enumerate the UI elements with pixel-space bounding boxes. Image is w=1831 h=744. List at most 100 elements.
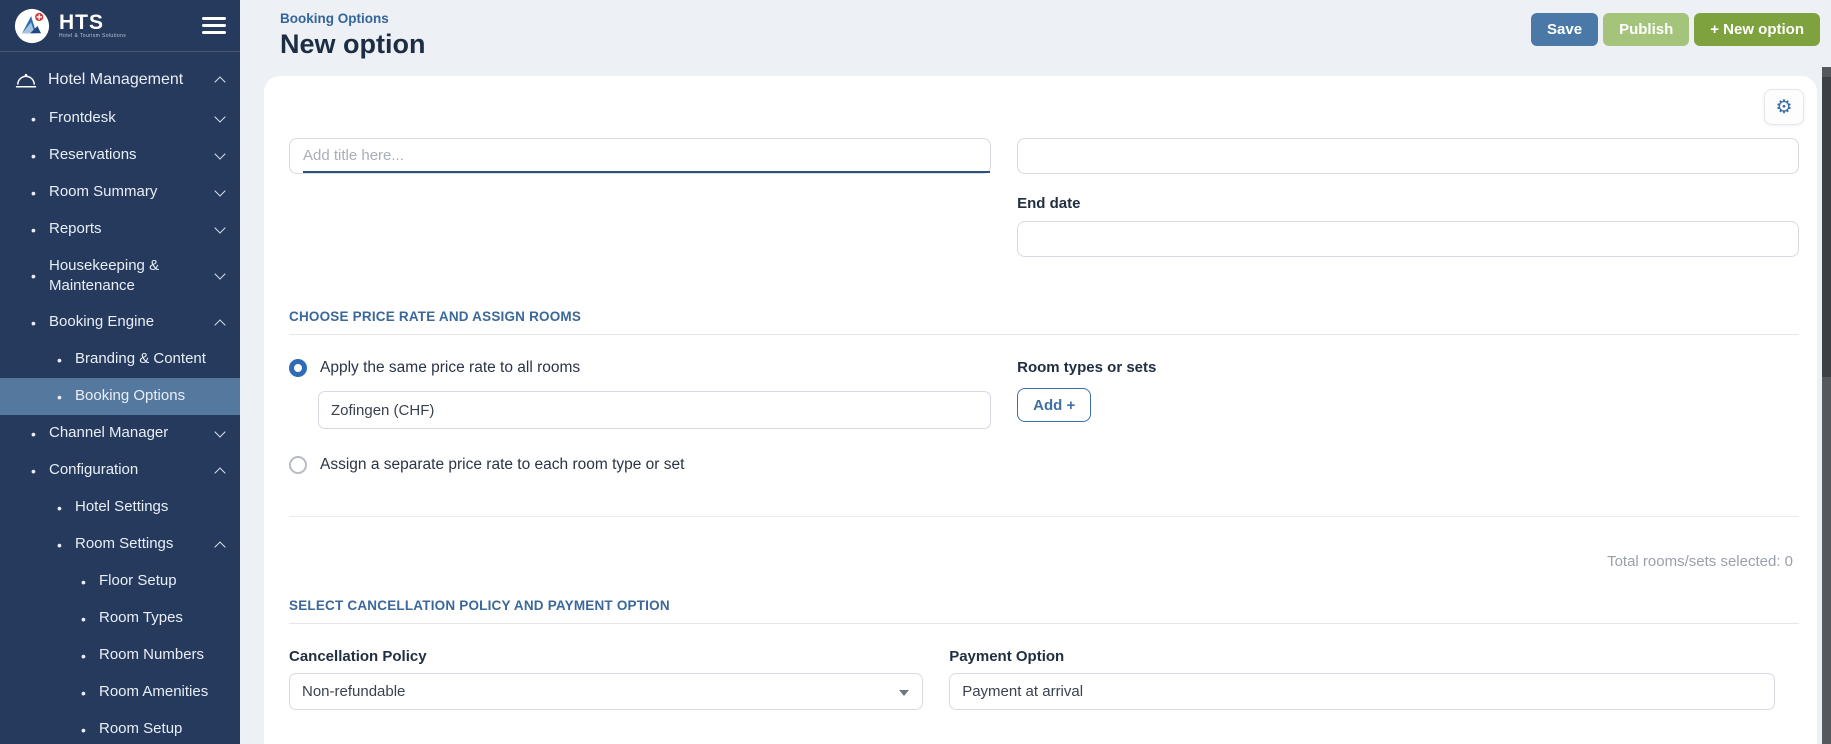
scrollbar[interactable] xyxy=(1822,67,1831,744)
sidebar-item-room-types[interactable]: Room Types xyxy=(0,600,240,637)
price-grid: Apply the same price rate to all rooms Z… xyxy=(289,359,1799,474)
sidebar-item-reservations[interactable]: Reservations xyxy=(0,137,240,174)
sidebar-item-floor-setup[interactable]: Floor Setup xyxy=(0,563,240,600)
price-section-heading: CHOOSE PRICE RATE AND ASSIGN ROOMS xyxy=(289,309,1799,324)
policy-grid: Cancellation Policy Non-refundable Payme… xyxy=(289,648,1799,710)
sidebar-item-label: Room Amenities xyxy=(99,682,224,702)
sidebar-item-label: Room Numbers xyxy=(99,645,224,665)
sidebar-item-room-setup[interactable]: Room Setup xyxy=(0,711,240,744)
option-form-card: End date CHOOSE PRICE RATE AND ASSIGN RO… xyxy=(264,76,1817,744)
page-title: New option xyxy=(280,29,425,60)
section-divider xyxy=(289,334,1799,335)
total-selected-text: Total rooms/sets selected: 0 xyxy=(289,553,1799,570)
sidebar-item-channel-manager[interactable]: Channel Manager xyxy=(0,415,240,452)
separate-price-radio[interactable] xyxy=(289,456,307,474)
bullet-icon xyxy=(81,685,90,701)
end-date-input[interactable] xyxy=(1017,221,1799,257)
bullet-icon xyxy=(31,185,40,201)
payment-option-value: Payment at arrival xyxy=(962,683,1083,700)
payment-option-select[interactable]: Payment at arrival xyxy=(949,673,1775,710)
price-left-column: Apply the same price rate to all rooms Z… xyxy=(289,359,991,474)
sidebar-item-room-numbers[interactable]: Room Numbers xyxy=(0,637,240,674)
policy-section-heading: SELECT CANCELLATION POLICY AND PAYMENT O… xyxy=(289,598,1799,613)
cancellation-policy-value: Non-refundable xyxy=(302,683,405,700)
price-right-column: Room types or sets Add + xyxy=(1017,359,1799,474)
publish-button[interactable]: Publish xyxy=(1603,13,1689,46)
chevron-down-icon xyxy=(214,426,225,437)
sidebar-item-configuration[interactable]: Configuration xyxy=(0,452,240,489)
sidebar-item-hotel-management[interactable]: Hotel Management xyxy=(0,60,240,100)
header-buttons: Save Publish + New option xyxy=(1531,13,1820,46)
hamburger-menu-icon[interactable] xyxy=(202,17,226,34)
bullet-icon xyxy=(31,111,40,127)
sidebar-item-label: Frontdesk xyxy=(49,108,216,128)
bullet-icon xyxy=(81,648,90,664)
bullet-icon xyxy=(31,315,40,331)
sidebar-item-housekeeping-maintenance[interactable]: Housekeeping & Maintenance xyxy=(0,248,240,304)
dropdown-arrow-icon xyxy=(899,690,909,696)
bullet-icon xyxy=(31,222,40,238)
section-divider xyxy=(289,516,1799,517)
sidebar-item-room-amenities[interactable]: Room Amenities xyxy=(0,674,240,711)
bullet-icon xyxy=(31,463,40,479)
sidebar-item-label: Floor Setup xyxy=(99,571,224,591)
sidebar-item-label: Configuration xyxy=(49,460,216,480)
main-area: Booking Options New option Save Publish … xyxy=(240,0,1831,744)
breadcrumb[interactable]: Booking Options xyxy=(280,11,425,26)
option-title-field xyxy=(289,138,991,174)
sidebar-item-label: Room Summary xyxy=(49,182,216,202)
same-price-radio[interactable] xyxy=(289,359,307,377)
sidebar-item-hotel-settings[interactable]: Hotel Settings xyxy=(0,489,240,526)
sidebar-item-frontdesk[interactable]: Frontdesk xyxy=(0,100,240,137)
bullet-icon xyxy=(57,537,66,553)
same-price-radio-row: Apply the same price rate to all rooms xyxy=(289,359,991,377)
chevron-down-icon xyxy=(214,222,225,233)
chevron-down-icon xyxy=(214,111,225,122)
sidebar-item-label: Branding & Content xyxy=(75,349,224,369)
new-option-button[interactable]: + New option xyxy=(1694,13,1820,46)
logo-row: HTS Hotel & Tourism Solutions xyxy=(0,0,240,52)
price-rate-select[interactable]: Zofingen (CHF) xyxy=(318,391,991,429)
sidebar-item-label: Reports xyxy=(49,219,216,239)
gear-icon xyxy=(1775,98,1792,117)
chevron-down-icon xyxy=(214,148,225,159)
bullet-icon xyxy=(81,611,90,627)
bullet-icon xyxy=(57,500,66,516)
room-types-label: Room types or sets xyxy=(1017,359,1799,376)
settings-gear-button[interactable] xyxy=(1764,89,1804,125)
logo-title: HTS xyxy=(59,13,202,33)
sidebar-nav: Hotel Management Frontdesk Reservations … xyxy=(0,52,240,744)
bullet-icon xyxy=(31,268,40,284)
bullet-icon xyxy=(81,574,90,590)
separate-price-radio-label: Assign a separate price rate to each roo… xyxy=(320,456,684,474)
price-rate-value: Zofingen (CHF) xyxy=(331,402,434,419)
option-title-input[interactable] xyxy=(303,139,990,173)
sidebar-item-room-summary[interactable]: Room Summary xyxy=(0,174,240,211)
chevron-down-icon xyxy=(214,185,225,196)
save-button[interactable]: Save xyxy=(1531,13,1598,46)
chevron-up-icon xyxy=(214,467,225,478)
sidebar-item-label: Hotel Management xyxy=(48,69,216,91)
end-date-label: End date xyxy=(1017,195,1799,212)
hts-logo-icon xyxy=(14,8,50,44)
cancellation-policy-select[interactable]: Non-refundable xyxy=(289,673,923,710)
payment-option-label: Payment Option xyxy=(949,648,1775,665)
page-header: Booking Options New option Save Publish … xyxy=(240,0,1831,76)
sidebar-item-label: Hotel Settings xyxy=(75,497,224,517)
sidebar-item-label: Room Settings xyxy=(75,534,216,554)
add-room-type-button[interactable]: Add + xyxy=(1017,388,1091,422)
sidebar-item-room-settings[interactable]: Room Settings xyxy=(0,526,240,563)
sidebar-item-booking-options[interactable]: Booking Options xyxy=(0,378,240,415)
bullet-icon xyxy=(31,426,40,442)
sidebar-item-booking-engine[interactable]: Booking Engine xyxy=(0,304,240,341)
unlabeled-date-input[interactable] xyxy=(1017,138,1799,174)
sidebar-item-label: Booking Options xyxy=(75,386,224,406)
scrollbar-thumb[interactable] xyxy=(1822,77,1831,377)
sidebar-item-reports[interactable]: Reports xyxy=(0,211,240,248)
sidebar-item-label: Room Types xyxy=(99,608,224,628)
sidebar-item-label: Channel Manager xyxy=(49,423,216,443)
right-top-cell xyxy=(1017,138,1799,174)
left-empty-cell xyxy=(289,174,991,257)
logo-tagline: Hotel & Tourism Solutions xyxy=(59,33,202,39)
sidebar-item-branding-content[interactable]: Branding & Content xyxy=(0,341,240,378)
